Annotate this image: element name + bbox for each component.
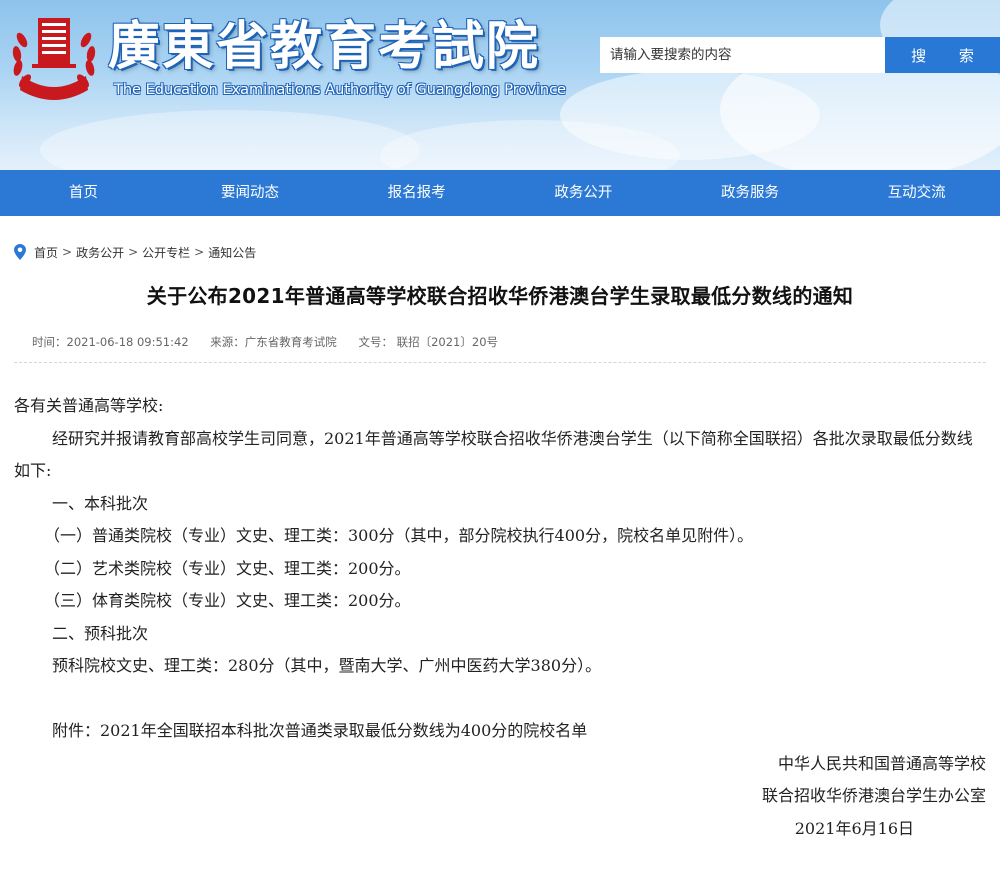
breadcrumb: 首页 > 政务公开 > 公开专栏 > 通知公告 bbox=[14, 243, 256, 261]
nav-item-government-services[interactable]: 政务服务 bbox=[667, 170, 834, 216]
nav-item-interaction[interactable]: 互动交流 bbox=[833, 170, 1000, 216]
site-title: 廣東省教育考試院 bbox=[108, 16, 541, 77]
logo-emblem-icon[interactable] bbox=[8, 10, 100, 110]
site-subtitle: The Education Examinations Authority of … bbox=[114, 82, 566, 98]
breadcrumb-home-link[interactable]: 首页 bbox=[34, 244, 58, 261]
breadcrumb-separator: > bbox=[194, 245, 205, 259]
article-meta: 时间：2021-06-18 09:51:42 来源：广东省教育考试院 文号： 联… bbox=[32, 334, 516, 350]
nav-item-home[interactable]: 首页 bbox=[0, 170, 167, 216]
breadcrumb-column-link[interactable]: 公开专栏 bbox=[142, 244, 190, 261]
undergraduate-item-sports: （三）体育类院校（专业）文史、理工类：200分。 bbox=[44, 591, 411, 610]
nav-item-news[interactable]: 要闻动态 bbox=[167, 170, 334, 216]
preparatory-item: 预科院校文史、理工类：280分（其中，暨南大学、广州中医药大学380分）。 bbox=[52, 656, 602, 675]
search-button[interactable]: 搜 索 bbox=[885, 37, 1000, 73]
breadcrumb-separator: > bbox=[128, 245, 139, 259]
salutation: 各有关普通高等学校: bbox=[14, 396, 164, 415]
search-input[interactable] bbox=[600, 37, 885, 73]
publish-time: 时间：2021-06-18 09:51:42 bbox=[32, 335, 189, 349]
main-nav: 首页 要闻动态 报名报考 政务公开 政务服务 互动交流 bbox=[0, 170, 1000, 216]
attachment-link[interactable]: 附件：2021年全国联招本科批次普通类录取最低分数线为400分的院校名单 bbox=[14, 715, 986, 748]
article-body: 各有关普通高等学校: 经研究并报请教育部高校学生司同意，2021年普通高等学校联… bbox=[14, 390, 986, 845]
undergraduate-item-general: （一）普通类院校（专业）文史、理工类：300分（其中，部分院校执行400分，院校… bbox=[44, 526, 754, 545]
nav-item-government-affairs[interactable]: 政务公开 bbox=[500, 170, 667, 216]
article-title: 关于公布2021年普通高等学校联合招收华侨港澳台学生录取最低分数线的通知 bbox=[146, 284, 854, 308]
search-bar: 搜 索 bbox=[600, 37, 1000, 73]
section-title-preparatory: 二、预科批次 bbox=[52, 623, 149, 643]
breadcrumb-notice-link[interactable]: 通知公告 bbox=[208, 244, 256, 261]
document-number: 文号： 联招〔2021〕20号 bbox=[358, 335, 499, 349]
banner-cloud bbox=[40, 110, 420, 170]
undergraduate-item-arts: （二）艺术类院校（专业）文史、理工类：200分。 bbox=[44, 558, 411, 578]
breadcrumb-government-affairs-link[interactable]: 政务公开 bbox=[76, 244, 124, 261]
article-source: 来源：广东省教育考试院 bbox=[210, 335, 337, 349]
header-banner: 廣東省教育考試院 The Education Examinations Auth… bbox=[0, 0, 1000, 170]
signature-line-1: 中华人民共和国普通高等学校 bbox=[777, 753, 986, 773]
intro-paragraph: 经研究并报请教育部高校学生司同意，2021年普通高等学校联合招收华侨港澳台学生（… bbox=[14, 428, 973, 481]
meta-divider bbox=[14, 362, 986, 363]
section-title-undergraduate: 一、本科批次 bbox=[52, 493, 149, 513]
signature-line-2: 联合招收华侨港澳台学生办公室 bbox=[761, 786, 986, 805]
signature-date: 2021年6月16日 bbox=[794, 818, 914, 838]
location-pin-icon bbox=[14, 244, 26, 260]
breadcrumb-separator: > bbox=[62, 245, 73, 259]
nav-item-registration[interactable]: 报名报考 bbox=[333, 170, 500, 216]
